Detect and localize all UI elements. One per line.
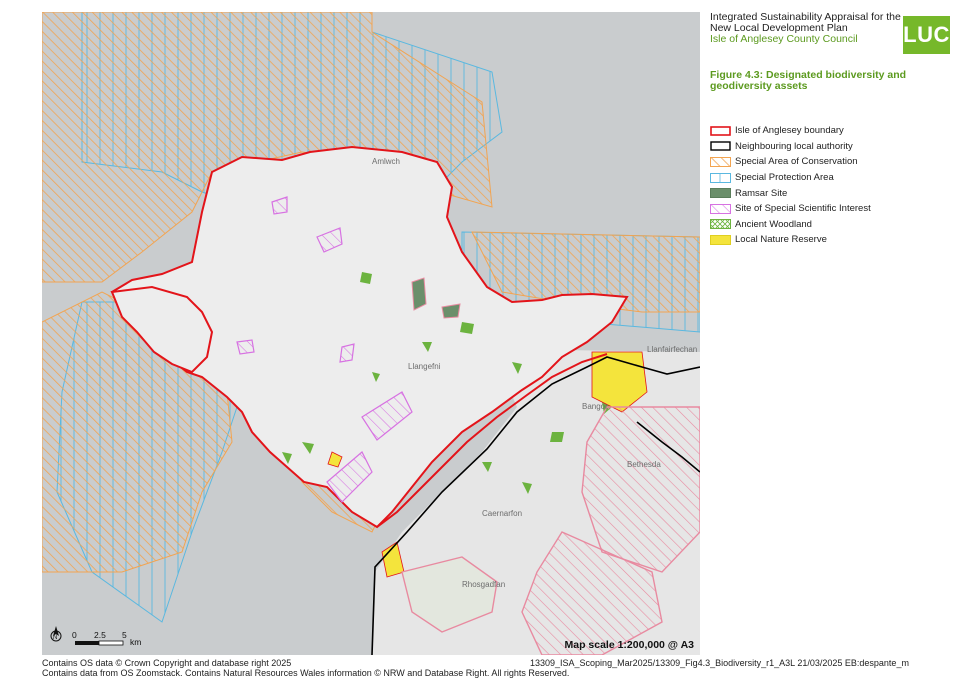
- place-label: Caernarfon: [482, 509, 522, 518]
- legend-label: Neighbouring local authority: [735, 140, 853, 152]
- legend-item: Ancient Woodland: [710, 217, 871, 233]
- figure-title-line-2: geodiversity assets: [710, 80, 808, 92]
- legend-item: Site of Special Scientific Interest: [710, 201, 871, 217]
- svg-text:N: N: [53, 635, 57, 641]
- legend-item: Local Nature Reserve: [710, 232, 871, 248]
- green-crosshatch-swatch-icon: [710, 219, 731, 230]
- boundary-red-swatch-icon: [710, 125, 731, 136]
- map-side-panel: Integrated Sustainability Appraisal for …: [710, 12, 965, 652]
- legend-item: Ramsar Site: [710, 185, 871, 201]
- place-label: Llangefni: [408, 362, 441, 371]
- legend-label: Ramsar Site: [735, 187, 788, 199]
- place-label: Rhosgadfan: [462, 580, 505, 589]
- legend-label: Ancient Woodland: [735, 218, 812, 230]
- place-label: Amlwch: [372, 157, 400, 166]
- luc-logo: LUC: [903, 16, 950, 54]
- dark-green-swatch-icon: [710, 188, 731, 199]
- blue-hatch-swatch-icon: [710, 172, 731, 183]
- map-view[interactable]: Amlwch Llangefni Bangor Llanfairfechan B…: [42, 12, 700, 655]
- ramsar-area: [441, 303, 461, 319]
- orange-hatch-swatch-icon: [710, 156, 731, 167]
- scalebar-label: 2.5: [94, 630, 106, 640]
- legend-item: Isle of Anglesey boundary: [710, 123, 871, 139]
- sssi-mainland: [581, 406, 700, 573]
- ramsar-area: [411, 277, 427, 311]
- sssi-area: [236, 339, 255, 355]
- place-label: Bethesda: [627, 460, 661, 469]
- figure-title: Figure 4.3: Designated biodiversity and …: [710, 70, 910, 92]
- footer-copyright-2: Contains data from OS Zoomstack. Contain…: [42, 668, 570, 678]
- footer-file-reference: 13309_ISA_Scoping_Mar2025/13309_Fig4.3_B…: [530, 658, 909, 668]
- map-scale-text: Map scale 1:200,000 @ A3: [564, 639, 694, 651]
- yellow-swatch-icon: [710, 234, 731, 245]
- place-label: Bangor: [582, 402, 608, 411]
- pink-hatch-swatch-icon: [710, 203, 731, 214]
- legend-label: Isle of Anglesey boundary: [735, 125, 844, 137]
- place-label: Llanfairfechan: [647, 345, 697, 354]
- legend-item: Special Area of Conservation: [710, 154, 871, 170]
- scalebar-label: 5: [122, 630, 127, 640]
- legend-item: Neighbouring local authority: [710, 139, 871, 155]
- scalebar-label: 0: [72, 630, 77, 640]
- map-legend: Isle of Anglesey boundary Neighbouring l…: [710, 123, 871, 248]
- north-arrow-icon: N: [50, 626, 62, 642]
- legend-label: Special Area of Conservation: [735, 156, 858, 168]
- sssi-area: [339, 343, 355, 363]
- boundary-black-swatch-icon: [710, 141, 731, 152]
- scalebar-unit: km: [130, 637, 141, 647]
- legend-label: Local Nature Reserve: [735, 234, 827, 246]
- scale-bar: 0 2.5 5 km: [72, 630, 141, 647]
- legend-label: Site of Special Scientific Interest: [735, 203, 871, 215]
- legend-item: Special Protection Area: [710, 170, 871, 186]
- legend-label: Special Protection Area: [735, 172, 834, 184]
- footer-copyright-1: Contains OS data © Crown Copyright and d…: [42, 658, 292, 668]
- map-canvas: Amlwch Llangefni Bangor Llanfairfechan B…: [42, 12, 700, 655]
